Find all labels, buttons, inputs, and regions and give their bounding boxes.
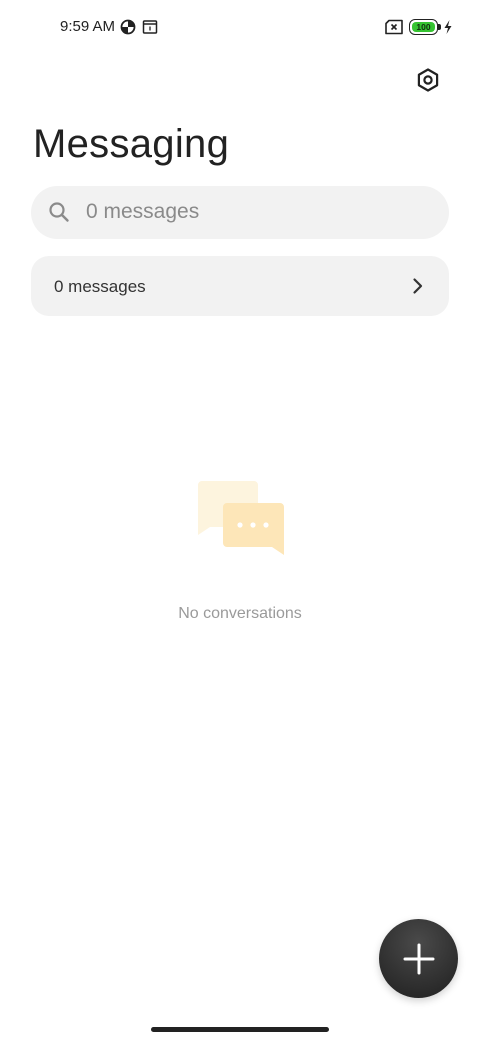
messages-row[interactable]: 0 messages	[31, 256, 449, 316]
status-time: 9:59 AM	[60, 18, 116, 35]
battery-icon: 100	[409, 19, 441, 35]
settings-hex-icon	[417, 68, 439, 92]
messages-row-label: 0 messages	[54, 277, 146, 296]
settings-button[interactable]	[412, 64, 444, 96]
charging-bolt-icon	[444, 20, 452, 34]
status-bar: 9:59 AM 100	[0, 0, 480, 56]
sim-missing-icon	[385, 19, 403, 35]
chevron-right-icon	[413, 278, 423, 294]
search-placeholder[interactable]: 0 messages	[86, 200, 199, 224]
page-title: Messaging	[33, 122, 230, 166]
home-indicator[interactable]	[151, 1027, 329, 1032]
chat-bubbles-icon	[198, 481, 284, 555]
search-icon	[49, 202, 69, 222]
empty-state-text: No conversations	[178, 605, 302, 622]
new-conversation-button[interactable]	[379, 919, 458, 998]
battery-level: 100	[412, 22, 435, 32]
calendar-icon	[142, 20, 158, 34]
plus-icon	[403, 943, 434, 974]
data-saver-icon	[120, 19, 136, 35]
